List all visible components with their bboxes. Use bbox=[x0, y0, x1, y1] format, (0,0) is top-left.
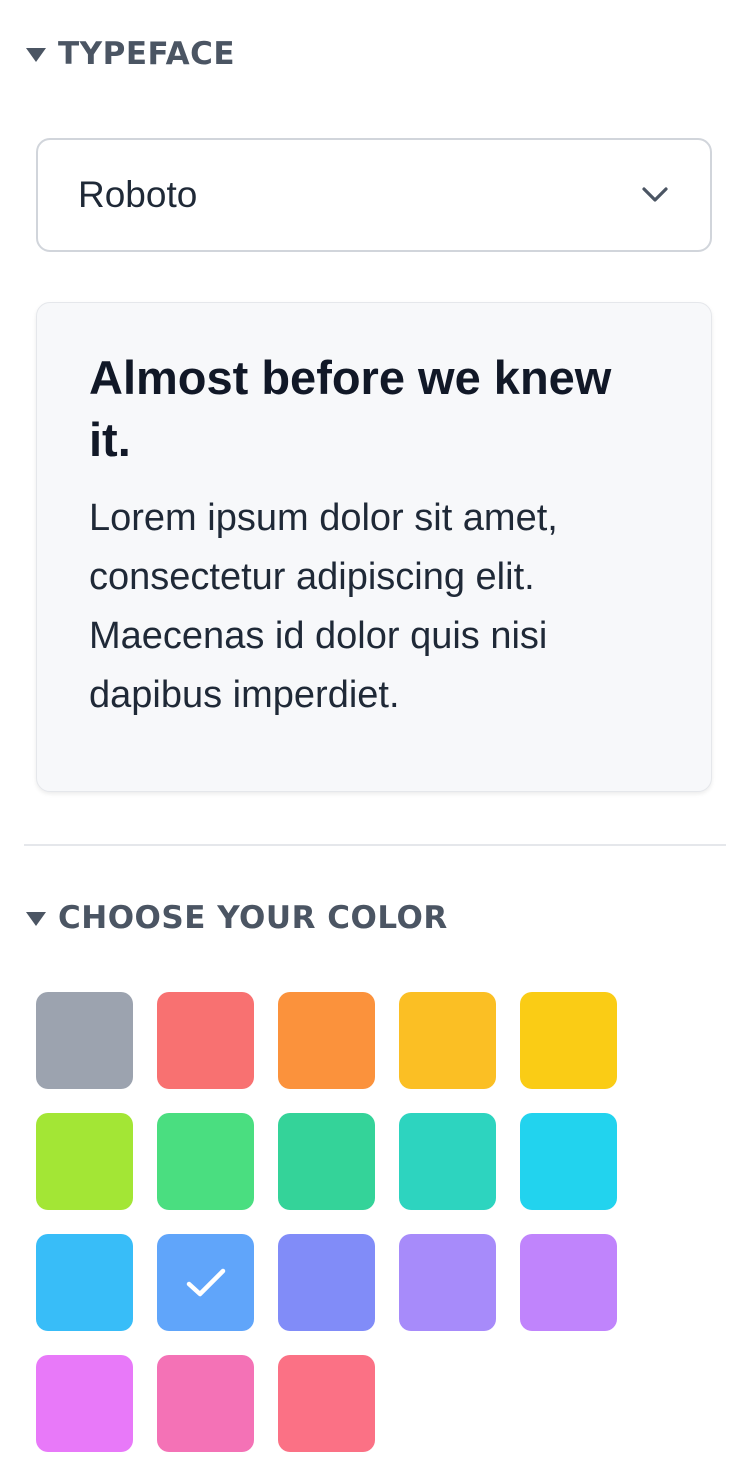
chevron-down-icon bbox=[640, 180, 670, 210]
preview-body-text: Lorem ipsum dolor sit amet, consectetur … bbox=[89, 497, 558, 716]
color-swatch-lime[interactable] bbox=[36, 1113, 133, 1210]
color-swatch-blue[interactable] bbox=[157, 1234, 254, 1331]
typeface-select[interactable]: Roboto bbox=[36, 138, 712, 252]
color-swatch-orange[interactable] bbox=[278, 992, 375, 1089]
color-section-toggle[interactable]: CHOOSE YOUR COLOR bbox=[26, 898, 448, 938]
color-swatch-green[interactable] bbox=[157, 1113, 254, 1210]
color-swatch-sky[interactable] bbox=[36, 1234, 133, 1331]
triangle-down-icon bbox=[26, 48, 46, 62]
checkmark-icon bbox=[186, 1268, 225, 1296]
triangle-down-icon bbox=[26, 912, 46, 926]
color-swatch-yellow[interactable] bbox=[520, 992, 617, 1089]
color-swatch-amber[interactable] bbox=[399, 992, 496, 1089]
section-divider bbox=[24, 844, 726, 846]
typeface-section-toggle[interactable]: TYPEFACE bbox=[26, 34, 235, 74]
color-swatch-teal[interactable] bbox=[399, 1113, 496, 1210]
color-swatch-indigo[interactable] bbox=[278, 1234, 375, 1331]
color-swatch-rose[interactable] bbox=[278, 1355, 375, 1452]
preview-heading: Almost before we knew it. bbox=[89, 351, 612, 466]
color-section-title: CHOOSE YOUR COLOR bbox=[58, 900, 448, 936]
color-swatch-emerald[interactable] bbox=[278, 1113, 375, 1210]
color-swatch-pink[interactable] bbox=[157, 1355, 254, 1452]
typeface-select-value: Roboto bbox=[78, 174, 198, 215]
color-swatch-gray[interactable] bbox=[36, 992, 133, 1089]
typeface-section-title: TYPEFACE bbox=[58, 36, 236, 72]
color-swatch-violet[interactable] bbox=[399, 1234, 496, 1331]
color-swatch-cyan[interactable] bbox=[520, 1113, 617, 1210]
color-swatch-red[interactable] bbox=[157, 992, 254, 1089]
color-swatch-fuchsia[interactable] bbox=[36, 1355, 133, 1452]
color-swatch-purple[interactable] bbox=[520, 1234, 617, 1331]
color-swatch-grid bbox=[36, 992, 636, 1452]
typeface-preview-card: Almost before we knew it. Lorem ipsum do… bbox=[36, 302, 712, 792]
